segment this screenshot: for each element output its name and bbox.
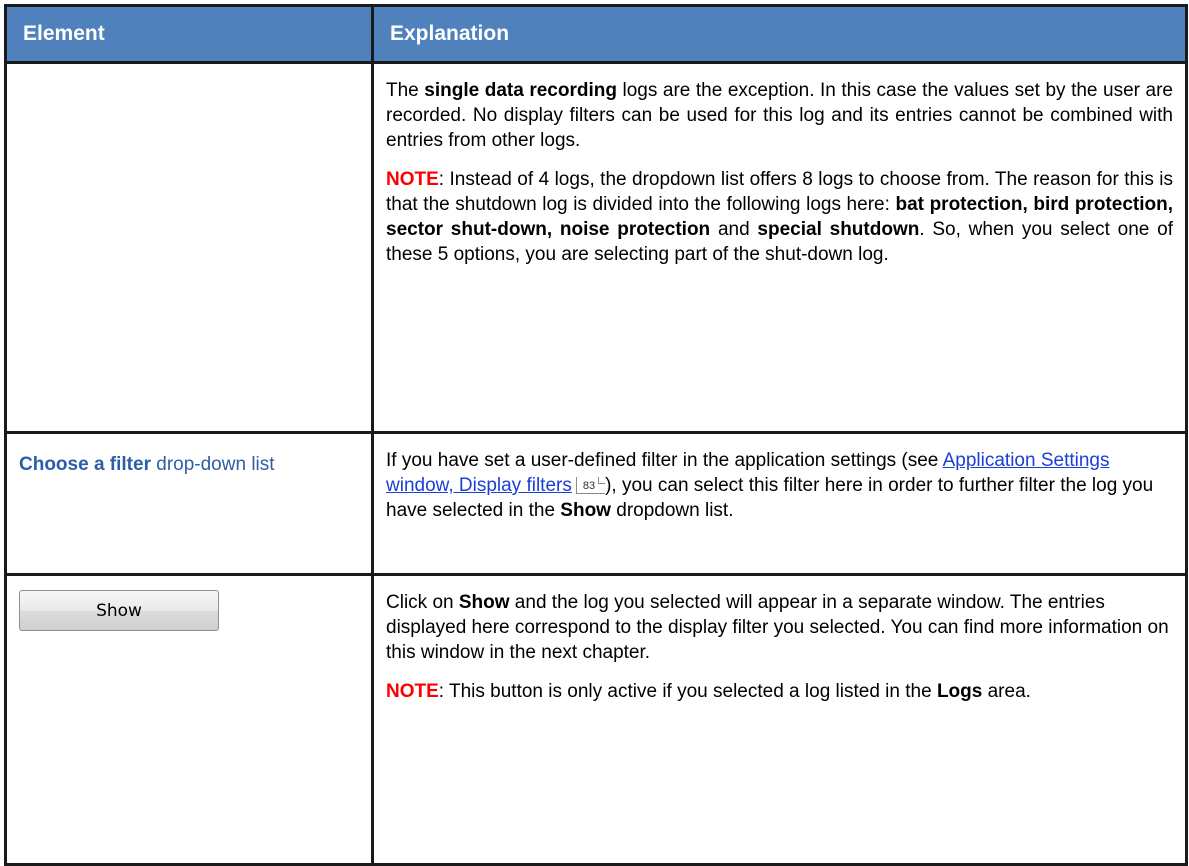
bold-term: single data recording — [424, 80, 617, 101]
table-row: The single data recording logs are the e… — [4, 61, 1188, 434]
page-reference[interactable]: 83 — [575, 477, 606, 494]
filter-paragraph: If you have set a user-defined filter in… — [386, 448, 1173, 523]
table-row: Choose a filter drop-down list If you ha… — [4, 431, 1188, 576]
bold-term: Show — [458, 592, 510, 613]
note-paragraph: NOTE: Instead of 4 logs, the dropdown li… — [386, 167, 1173, 267]
text: and — [710, 219, 758, 240]
note-paragraph: NOTE: This button is only active if you … — [386, 679, 1173, 704]
single-data-recording-paragraph: The single data recording logs are the e… — [386, 78, 1173, 153]
element-cell: Choose a filter drop-down list — [4, 431, 374, 576]
text: : This button is only active if you sele… — [438, 681, 937, 702]
explanation-cell: The single data recording logs are the e… — [371, 61, 1188, 434]
text: area. — [982, 681, 1031, 702]
table-row: Show Click on Show and the log you selec… — [4, 573, 1188, 866]
bold-term: special shutdown — [757, 219, 920, 240]
text: dropdown list. — [610, 500, 734, 521]
explanation-cell: Click on Show and the log you selected w… — [371, 573, 1188, 866]
header-explanation: Explanation — [371, 4, 1188, 64]
explanation-cell: If you have set a user-defined filter in… — [371, 431, 1188, 576]
text: The — [386, 80, 425, 101]
bold-term: Show — [560, 500, 611, 521]
table-header-row: Element Explanation — [4, 4, 1188, 64]
element-cell — [4, 61, 374, 434]
show-button[interactable]: Show — [19, 590, 219, 631]
bold-term: Logs — [936, 681, 983, 702]
note-label: NOTE — [386, 681, 439, 702]
text: If you have set a user-defined filter in… — [386, 450, 943, 471]
show-paragraph: Click on Show and the log you selected w… — [386, 590, 1173, 665]
page-number: 83 — [582, 480, 596, 492]
element-type: drop-down list — [150, 454, 275, 475]
explanation-table: Element Explanation The single data reco… — [4, 4, 1188, 866]
choose-filter-label: Choose a filter drop-down list — [19, 452, 359, 477]
page-fold-icon — [598, 477, 606, 484]
header-element: Element — [4, 4, 374, 64]
element-name: Choose a filter — [19, 454, 151, 475]
element-cell: Show — [4, 573, 374, 866]
text: Click on — [386, 592, 459, 613]
note-label: NOTE — [386, 169, 439, 190]
